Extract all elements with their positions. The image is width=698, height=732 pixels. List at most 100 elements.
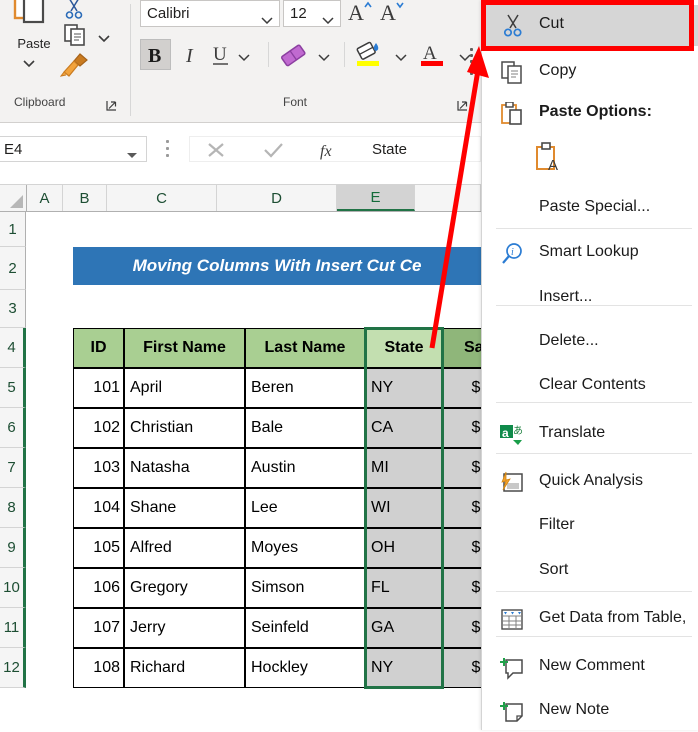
eraser-dropdown-caret[interactable] — [318, 49, 330, 67]
underline-dropdown-caret[interactable] — [238, 49, 250, 67]
underline-button[interactable]: U — [208, 39, 236, 70]
menu-item-paste-special[interactable]: Paste Special... — [482, 188, 698, 229]
menu-item-filter[interactable]: Filter — [482, 506, 698, 547]
row-header-4[interactable]: 4 — [0, 328, 26, 368]
row-header-8[interactable]: 8 — [0, 488, 26, 528]
table-header-cell[interactable]: Sal — [443, 328, 481, 368]
check-icon[interactable] — [253, 139, 293, 161]
row-header-2[interactable]: 2 — [0, 247, 26, 290]
menu-item-new-note[interactable]: New Note — [482, 691, 698, 732]
table-cell[interactable]: WI — [365, 488, 443, 528]
column-header-C[interactable]: C — [107, 185, 217, 211]
table-cell[interactable]: Alfred — [124, 528, 245, 568]
column-header-A[interactable]: A — [27, 185, 63, 211]
name-box-caret-icon[interactable] — [127, 146, 137, 164]
menu-item-copy[interactable]: Copy — [482, 52, 698, 93]
format-painter-icon[interactable] — [59, 52, 90, 78]
row-header-10[interactable]: 10 — [0, 568, 26, 608]
table-cell[interactable]: NY — [365, 368, 443, 408]
fill-color-dropdown-caret[interactable] — [395, 49, 407, 67]
font-color-icon[interactable]: A — [417, 39, 447, 70]
table-cell[interactable]: 103 — [73, 448, 124, 488]
table-cell[interactable]: Moyes — [245, 528, 365, 568]
menu-item-insert[interactable]: Insert... — [482, 278, 698, 319]
table-cell[interactable]: 102 — [73, 408, 124, 448]
row-header-11[interactable]: 11 — [0, 608, 26, 648]
table-cell[interactable]: Seinfeld — [245, 608, 365, 648]
table-cell[interactable]: $ — [443, 488, 481, 528]
table-cell[interactable]: $ — [443, 608, 481, 648]
table-header-cell[interactable]: First Name — [124, 328, 245, 368]
table-header-cell[interactable]: Last Name — [245, 328, 365, 368]
row-header-9[interactable]: 9 — [0, 528, 26, 568]
increase-font-size-icon[interactable]: A — [346, 0, 374, 26]
table-header-cell[interactable]: State — [365, 328, 443, 368]
menu-item-new-comment[interactable]: New Comment — [482, 647, 698, 688]
row-header-5[interactable]: 5 — [0, 368, 26, 408]
paste-dropdown-caret[interactable] — [22, 55, 36, 73]
ribbon-overflow-handle[interactable] — [470, 48, 474, 82]
column-header-extra[interactable] — [415, 185, 481, 211]
table-cell[interactable]: 108 — [73, 648, 124, 688]
cut-icon[interactable] — [62, 0, 86, 20]
table-cell[interactable]: Hockley — [245, 648, 365, 688]
table-cell[interactable]: OH — [365, 528, 443, 568]
menu-item-quick-analysis[interactable]: Quick Analysis — [482, 462, 698, 503]
table-cell[interactable]: $ — [443, 368, 481, 408]
table-header-cell[interactable]: ID — [73, 328, 124, 368]
table-cell[interactable]: Beren — [245, 368, 365, 408]
table-cell[interactable]: Natasha — [124, 448, 245, 488]
copy-dropdown-caret[interactable] — [97, 30, 111, 48]
fill-color-icon[interactable] — [354, 39, 384, 70]
column-header-B[interactable]: B — [63, 185, 107, 211]
table-cell[interactable]: Gregory — [124, 568, 245, 608]
table-cell[interactable]: $ — [443, 568, 481, 608]
font-dialog-launcher-icon[interactable] — [457, 98, 468, 111]
table-cell[interactable]: NY — [365, 648, 443, 688]
formula-bar-drag-handle[interactable] — [166, 140, 169, 158]
clipboard-dialog-launcher-icon[interactable] — [106, 98, 117, 111]
table-cell[interactable]: Austin — [245, 448, 365, 488]
table-cell[interactable]: Jerry — [124, 608, 245, 648]
name-box[interactable]: E4 — [0, 136, 147, 162]
bold-button[interactable]: B — [140, 39, 171, 70]
fx-icon[interactable]: fx — [311, 139, 351, 161]
font-size-caret-icon[interactable] — [322, 11, 334, 29]
table-cell[interactable]: $ — [443, 448, 481, 488]
font-size-input[interactable]: 12 — [283, 0, 341, 27]
menu-item-get-data-from-table[interactable]: Get Data from Table, — [482, 599, 698, 640]
menu-item-smart-lookup[interactable]: i Smart Lookup — [482, 233, 698, 274]
row-header-12[interactable]: 12 — [0, 648, 26, 688]
table-cell[interactable]: $ — [443, 408, 481, 448]
table-cell[interactable]: April — [124, 368, 245, 408]
table-cell[interactable]: 101 — [73, 368, 124, 408]
row-header-6[interactable]: 6 — [0, 408, 26, 448]
table-cell[interactable]: Richard — [124, 648, 245, 688]
decrease-font-size-icon[interactable]: A — [378, 0, 406, 26]
eraser-icon[interactable] — [278, 41, 308, 69]
paste-button-label[interactable]: Paste — [6, 36, 62, 51]
table-cell[interactable]: 106 — [73, 568, 124, 608]
formula-input[interactable]: State — [352, 136, 481, 162]
menu-item-translate[interactable]: a あ Translate — [482, 414, 698, 455]
row-header-7[interactable]: 7 — [0, 448, 26, 488]
paste-values-icon[interactable]: A — [534, 142, 568, 176]
select-all-corner[interactable] — [0, 185, 27, 211]
column-header-E[interactable]: E — [337, 185, 415, 211]
cancel-icon[interactable] — [196, 139, 236, 161]
menu-item-clear-contents[interactable]: Clear Contents — [482, 366, 698, 407]
italic-button[interactable]: I — [176, 39, 206, 70]
table-cell[interactable]: FL — [365, 568, 443, 608]
paste-icon[interactable] — [9, 0, 49, 34]
menu-item-sort[interactable]: Sort — [482, 551, 698, 592]
table-cell[interactable]: $ — [443, 528, 481, 568]
table-cell[interactable]: Shane — [124, 488, 245, 528]
table-cell[interactable]: Lee — [245, 488, 365, 528]
table-cell[interactable]: Bale — [245, 408, 365, 448]
table-cell[interactable]: Christian — [124, 408, 245, 448]
table-cell[interactable]: CA — [365, 408, 443, 448]
font-name-caret-icon[interactable] — [261, 11, 273, 29]
table-cell[interactable]: GA — [365, 608, 443, 648]
copy-icon[interactable] — [62, 22, 88, 48]
menu-item-delete[interactable]: Delete... — [482, 322, 698, 363]
